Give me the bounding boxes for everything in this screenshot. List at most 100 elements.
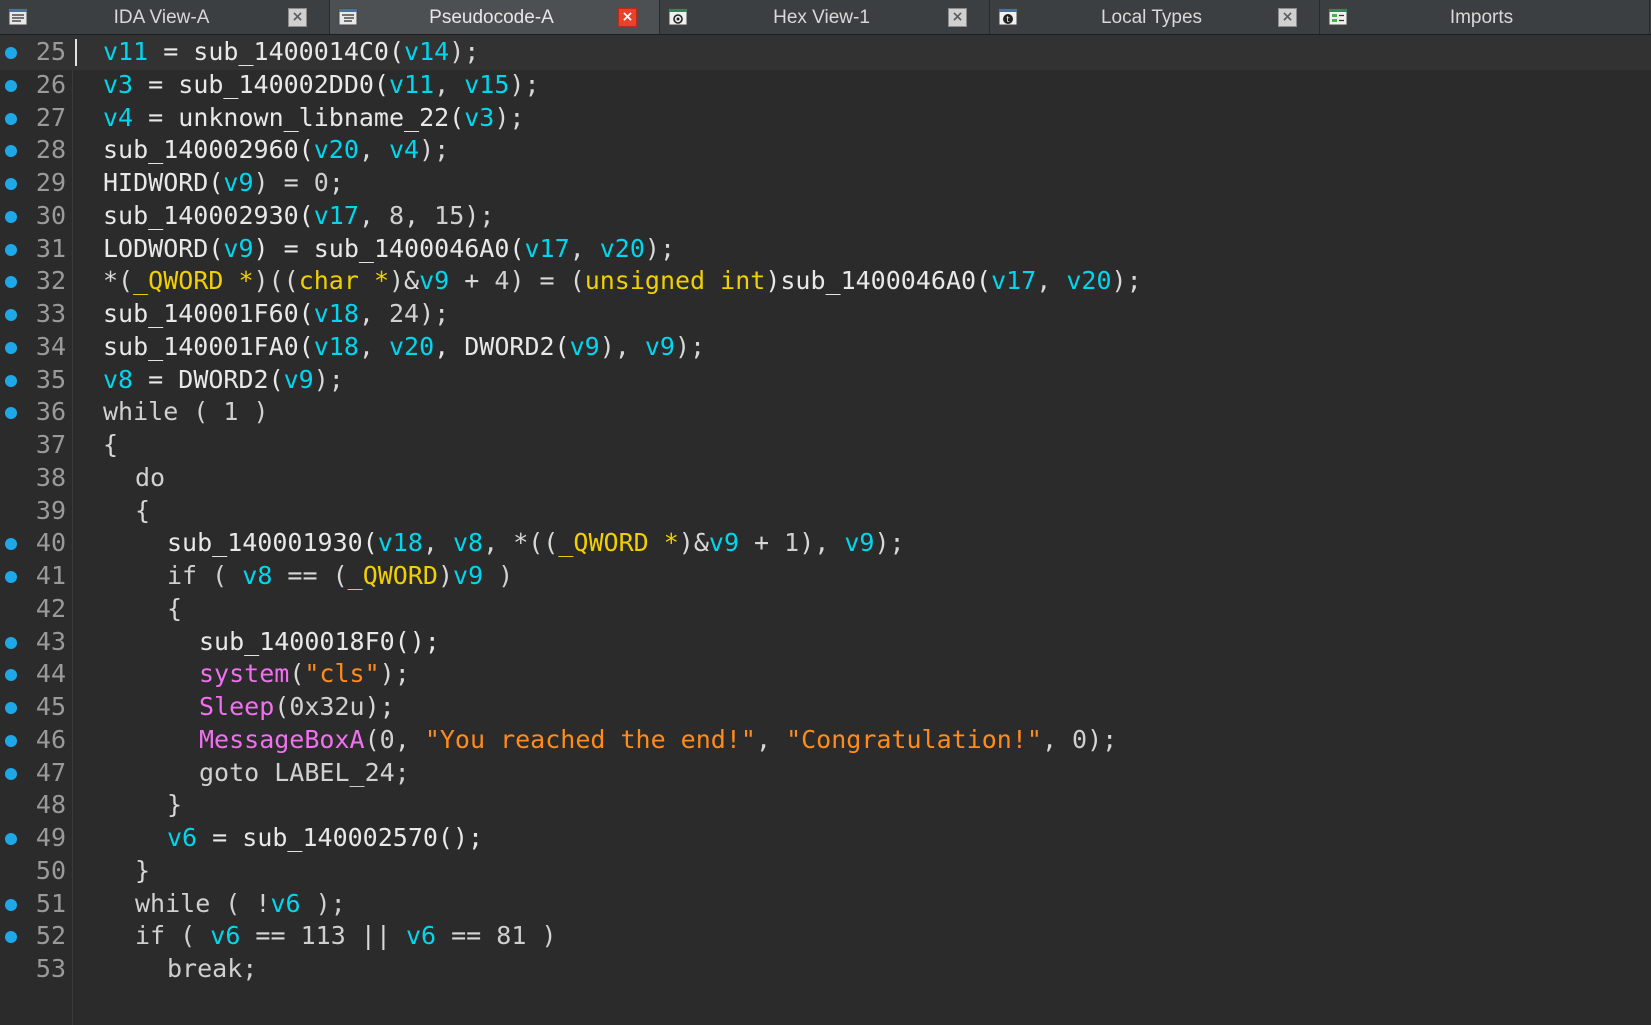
code-token: ) <box>483 561 514 590</box>
code-line[interactable]: 39 { <box>0 494 1651 529</box>
code-text: Sleep(0x32u); <box>199 690 395 725</box>
close-icon[interactable]: × <box>948 8 967 27</box>
line-number: 25 <box>35 37 66 66</box>
code-line[interactable]: 52 if ( v6 == 113 || v6 == 81 ) <box>0 919 1651 954</box>
breakpoint-dot-icon[interactable] <box>5 407 17 420</box>
code-line[interactable]: 29 HIDWORD(v9) = 0; <box>0 166 1651 201</box>
code-text: sub_140001F60(v18, 24); <box>103 297 449 332</box>
breakpoint-dot-icon[interactable] <box>5 178 17 190</box>
breakpoint-dot-icon[interactable] <box>5 309 17 321</box>
code-line[interactable]: 50} <box>0 854 1651 889</box>
code-line[interactable]: 37 { <box>0 428 1651 463</box>
breakpoint-dot-icon[interactable] <box>5 374 17 387</box>
code-token: ( <box>364 724 380 754</box>
code-text: break; <box>167 952 257 987</box>
code-token: ) <box>238 397 269 427</box>
breakpoint-dot-icon[interactable] <box>5 571 17 583</box>
code-line[interactable]: 31 LODWORD(v9) = sub_1400046A0(v17, v20); <box>0 232 1651 267</box>
code-line[interactable]: 34 sub_140001FA0(v18, v20, DWORD2(v9), v9… <box>0 330 1651 365</box>
code-token: ); <box>464 200 495 230</box>
code-line[interactable]: 32 *(_QWORD *)((char *)&v9 + 4) = (unsign… <box>0 264 1651 299</box>
code-line[interactable]: 35 v8 = DWORD2(v9); <box>0 363 1651 398</box>
code-text: sub_140001FA0(v18, v20, DWORD2(v9), v9); <box>103 330 705 365</box>
code-line[interactable]: 42 { <box>0 592 1651 627</box>
code-token: v15 <box>464 69 510 99</box>
code-line[interactable]: 51 while ( !v6 ); <box>0 887 1651 922</box>
breakpoint-dot-icon[interactable] <box>5 145 17 158</box>
code-token: break; <box>167 954 258 983</box>
code-token: == <box>436 921 497 951</box>
breakpoint-dot-icon[interactable] <box>5 734 17 747</box>
code-line[interactable]: 40 sub_140001930(v18, v8, *((_QWORD *)&v9… <box>0 526 1651 561</box>
code-text: HIDWORD(v9) = 0; <box>103 166 344 201</box>
code-token: { <box>103 430 119 459</box>
breakpoint-dot-icon[interactable] <box>5 276 17 289</box>
breakpoint-dot-icon[interactable] <box>5 702 17 714</box>
code-token: ); <box>419 135 450 165</box>
pseudocode-editor[interactable]: 25 v11 = sub_1400014C0(v14); 26 v3 = sub_14… <box>0 35 1651 1025</box>
code-line[interactable]: 43 sub_1400018F0(); <box>0 625 1651 660</box>
breakpoint-dot-icon[interactable] <box>5 669 17 682</box>
close-icon[interactable]: × <box>1278 8 1297 27</box>
code-line[interactable]: 28 sub_140002960(v20, v4); <box>0 133 1651 168</box>
code-line[interactable]: 27 v4 = unknown_libname_22(v3); <box>0 101 1651 136</box>
code-line[interactable]: 53 break; <box>0 952 1651 987</box>
code-token: v4 <box>103 102 134 132</box>
breakpoint-dot-icon[interactable] <box>5 47 17 59</box>
code-token: _QWORD * <box>133 266 254 296</box>
code-line[interactable]: 36 while ( 1 ) <box>0 395 1651 430</box>
code-text: v3 = sub_140002DD0(v11, v15); <box>103 68 540 103</box>
code-line[interactable]: 38 do <box>0 461 1651 496</box>
line-number: 51 <box>35 888 66 918</box>
code-token: Sleep <box>199 692 275 721</box>
code-token: unsigned int <box>584 266 766 296</box>
code-token: )sub_1400046A0( <box>765 266 992 296</box>
code-token: HIDWORD( <box>103 168 224 197</box>
code-token: v6 <box>270 888 301 918</box>
code-line[interactable]: 33 sub_140001F60(v18, 24); <box>0 297 1651 332</box>
breakpoint-dot-icon[interactable] <box>5 931 17 944</box>
code-line[interactable]: 44 system("cls"); <box>0 657 1651 692</box>
breakpoint-dot-icon[interactable] <box>5 112 17 125</box>
tab-hex-view-1[interactable]: Hex View-1 × <box>660 0 990 34</box>
tab-ida-view-a[interactable]: IDA View-A × <box>0 0 330 34</box>
code-token: , *(( <box>483 528 559 558</box>
breakpoint-dot-icon[interactable] <box>5 833 17 845</box>
code-token: = unknown_libname_22( <box>133 102 465 132</box>
code-token: { <box>167 593 183 623</box>
breakpoint-dot-icon[interactable] <box>5 636 17 649</box>
imports-icon <box>1328 8 1348 26</box>
code-token: v20 <box>1066 266 1112 296</box>
code-line[interactable]: 46 MessageBoxA(0, "You reached the end!",… <box>0 723 1651 758</box>
code-line[interactable]: 45 Sleep(0x32u); <box>0 690 1651 725</box>
breakpoint-dot-icon[interactable] <box>5 538 17 551</box>
code-token: ); <box>1111 266 1142 296</box>
close-icon[interactable]: × <box>288 8 307 27</box>
code-token: v11 <box>388 69 435 99</box>
code-text: while ( 1 ) <box>103 395 269 430</box>
breakpoint-dot-icon[interactable] <box>5 898 17 911</box>
line-number: 53 <box>35 954 66 983</box>
code-line[interactable]: 41 if ( v8 == (_QWORD)v9 ) <box>0 559 1651 594</box>
breakpoint-dot-icon[interactable] <box>5 341 17 354</box>
tab-pseudocode-a[interactable]: Pseudocode-A × <box>330 0 660 34</box>
code-token: if ( <box>167 561 243 590</box>
code-line[interactable]: 47 goto LABEL_24; <box>0 756 1651 791</box>
breakpoint-dot-icon[interactable] <box>5 767 17 780</box>
line-number: 34 <box>35 331 66 361</box>
code-line[interactable]: 26 v3 = sub_140002DD0(v11, v15); <box>0 68 1651 103</box>
code-line[interactable]: 49 v6 = sub_140002570(); <box>0 821 1651 856</box>
code-token: } <box>167 790 183 820</box>
code-line[interactable]: 48} <box>0 788 1651 823</box>
code-text: { <box>103 428 118 463</box>
tab-local-types[interactable]: t Local Types × <box>990 0 1320 34</box>
breakpoint-dot-icon[interactable] <box>5 79 17 92</box>
breakpoint-dot-icon[interactable] <box>5 243 17 256</box>
code-token: v20 <box>388 331 435 361</box>
code-token: do <box>135 462 166 492</box>
code-line[interactable]: 30 sub_140002930(v17, 8, 15); <box>0 199 1651 234</box>
breakpoint-dot-icon[interactable] <box>5 210 17 223</box>
tab-imports[interactable]: Imports <box>1320 0 1650 34</box>
close-icon[interactable]: × <box>618 8 637 27</box>
code-line[interactable]: 25 v11 = sub_1400014C0(v14); <box>0 35 1651 70</box>
